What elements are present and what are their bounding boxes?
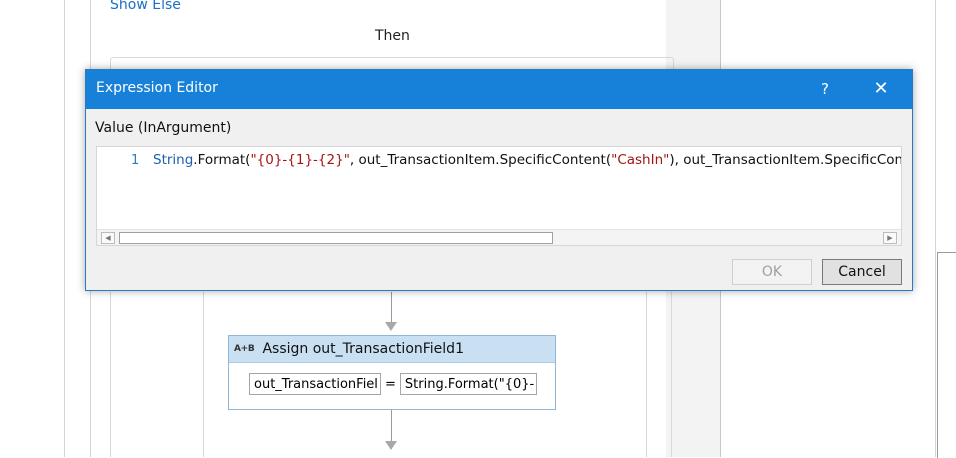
- scroll-right-icon[interactable]: ▶: [883, 232, 897, 244]
- line-number: 1: [131, 153, 140, 168]
- expression-code-line[interactable]: String.Format("{0}-{1}-{2}", out_Transac…: [153, 152, 902, 168]
- ok-button[interactable]: OK: [732, 259, 812, 285]
- assign-equals-sign: =: [385, 376, 396, 392]
- flow-connector-bottom: [391, 409, 392, 441]
- code-string: "CashIn": [611, 152, 670, 168]
- properties-panel-edge: [937, 252, 956, 458]
- horizontal-scrollbar[interactable]: ◀ ▶: [97, 229, 901, 245]
- scroll-left-icon[interactable]: ◀: [101, 232, 115, 244]
- inner-sequence-border-left: [203, 292, 204, 457]
- code-text: ), out_TransactionItem.SpecificContent(: [669, 152, 902, 168]
- assign-activity-header[interactable]: A+B Assign out_TransactionField1: [229, 336, 555, 363]
- code-keyword: String: [153, 152, 194, 168]
- help-icon: ?: [821, 80, 829, 98]
- assign-activity-title: Assign out_TransactionField1: [262, 341, 464, 357]
- inner-sequence-border-right: [646, 292, 647, 457]
- panel-divider: [935, 0, 936, 457]
- assign-activity[interactable]: A+B Assign out_TransactionField1 out_Tra…: [228, 335, 556, 410]
- assign-to-field[interactable]: out_TransactionFiel: [249, 373, 381, 395]
- code-string: "{0}-{1}-{2}": [250, 152, 350, 168]
- code-text: , out_TransactionItem.SpecificContent(: [349, 152, 612, 168]
- close-button[interactable]: ✕: [864, 76, 898, 102]
- assign-icon: A+B: [234, 344, 255, 354]
- then-container-border-right: [671, 292, 672, 457]
- value-argument-label: Value (InArgument): [95, 120, 232, 136]
- code-text: .Format(: [193, 152, 251, 168]
- show-else-link[interactable]: Show Else: [110, 0, 181, 13]
- then-label: Then: [375, 28, 410, 44]
- cancel-button[interactable]: Cancel: [822, 259, 902, 285]
- dialog-titlebar[interactable]: Expression Editor ? ✕: [86, 70, 912, 109]
- flow-arrow-top: [385, 322, 397, 331]
- flow-connector-top: [391, 292, 392, 322]
- assign-value-field[interactable]: String.Format("{0}-: [399, 373, 537, 395]
- expression-editor-dialog: Expression Editor ? ✕ Value (InArgument)…: [85, 69, 913, 291]
- flow-arrow-bottom: [385, 441, 397, 450]
- help-button[interactable]: ?: [808, 78, 842, 100]
- scrollbar-thumb[interactable]: [119, 232, 553, 244]
- expression-code-editor[interactable]: 1 String.Format("{0}-{1}-{2}", out_Trans…: [96, 146, 902, 246]
- then-container-border-left: [110, 292, 111, 457]
- dialog-title: Expression Editor: [96, 80, 218, 96]
- canvas-border-left: [64, 0, 65, 457]
- close-icon: ✕: [873, 78, 889, 99]
